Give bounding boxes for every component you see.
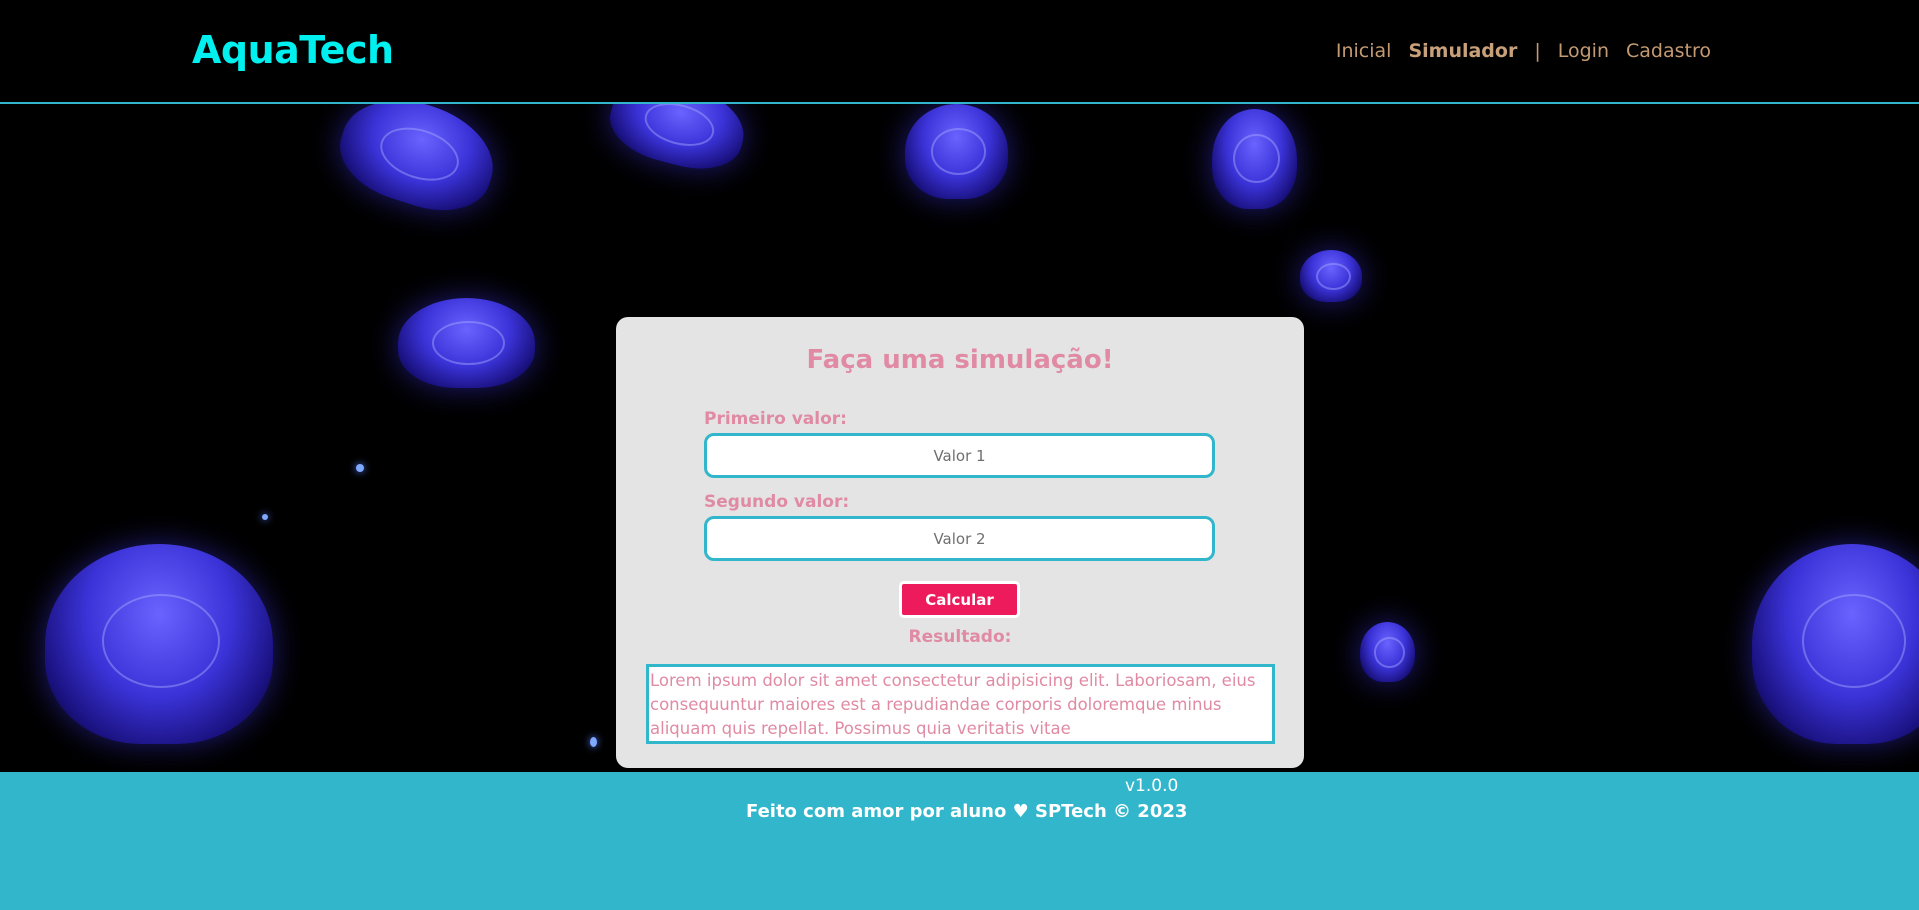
hero-section: Faça uma simulação! Primeiro valor: Segu… (0, 104, 1919, 772)
nav-link-simulador[interactable]: Simulador (1408, 40, 1517, 62)
calculate-button[interactable]: Calcular (899, 581, 1020, 618)
footer-credits: Feito com amor por aluno ♥ SPTech © 2023 (746, 801, 1188, 822)
simulation-card: Faça uma simulação! Primeiro valor: Segu… (616, 317, 1304, 768)
site-header: AquaTech Inicial Simulador | Login Cadas… (0, 0, 1919, 104)
version-label: v1.0.0 (1125, 776, 1179, 796)
logo[interactable]: AquaTech (192, 28, 394, 72)
nav-link-login[interactable]: Login (1558, 40, 1609, 62)
result-output: Lorem ipsum dolor sit amet consectetur a… (646, 664, 1275, 744)
main-nav: Inicial Simulador | Login Cadastro (1336, 40, 1711, 62)
nav-separator: | (1534, 40, 1541, 62)
simulation-title: Faça uma simulação! (806, 345, 1114, 375)
nav-link-inicial[interactable]: Inicial (1336, 40, 1392, 62)
second-value-input[interactable] (704, 516, 1215, 561)
second-value-label: Segundo valor: (704, 492, 850, 512)
site-footer: v1.0.0 Feito com amor por aluno ♥ SPTech… (0, 772, 1919, 910)
first-value-label: Primeiro valor: (704, 409, 847, 429)
first-value-input[interactable] (704, 433, 1215, 478)
nav-link-cadastro[interactable]: Cadastro (1626, 40, 1711, 62)
result-label: Resultado: (908, 627, 1012, 647)
